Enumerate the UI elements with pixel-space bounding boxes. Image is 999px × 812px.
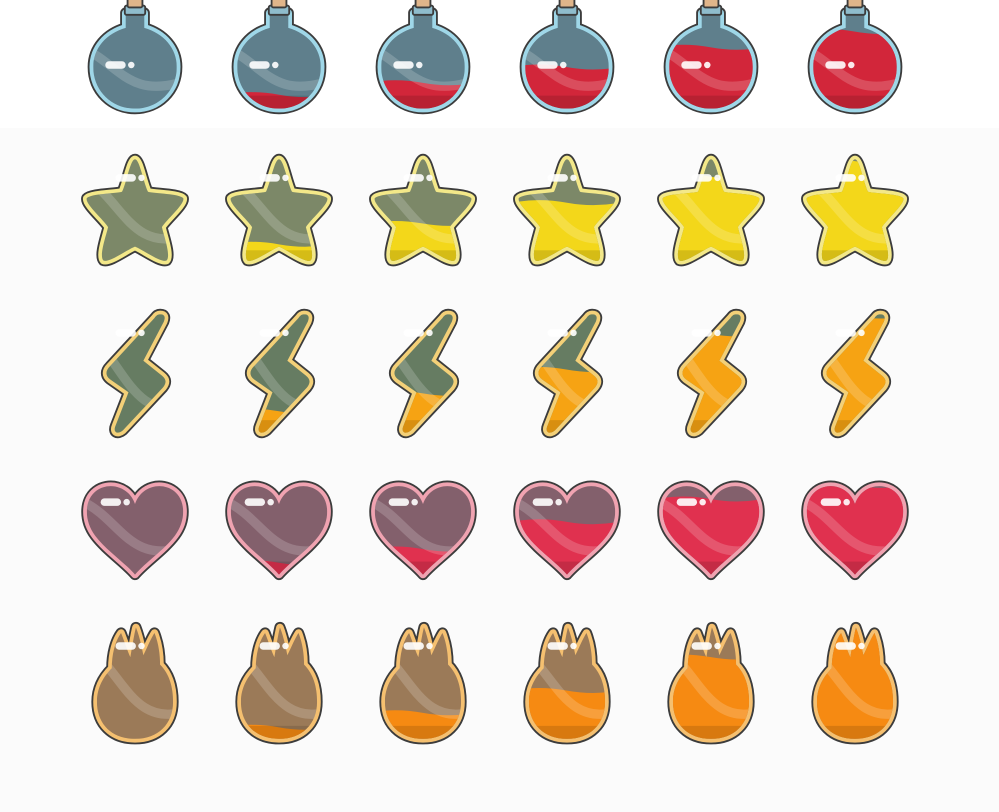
potion-bottle-icon-graphic (231, 0, 327, 115)
potion-bottle-icon (70, 0, 200, 130)
lightning-bolt-icon (70, 305, 200, 439)
flame-icon-graphic (235, 621, 323, 745)
flame-icon-graphic (379, 621, 467, 745)
potion-bottle-icon-graphic (375, 0, 471, 115)
potion-bottle-icon (358, 0, 488, 130)
icon-sheet (0, 0, 999, 812)
lightning-bolt-icon (646, 305, 776, 439)
potion-bottle-icon (214, 0, 344, 130)
heart-icon (646, 465, 776, 595)
star-icon (502, 150, 632, 280)
lightning-bolt-icon-graphic (676, 308, 748, 439)
star-icon-graphic (225, 153, 333, 267)
lightning-bolt-icon-graphic (388, 308, 460, 439)
lightning-bolt-icon-graphic (532, 308, 604, 439)
flame-icon-graphic (667, 621, 755, 745)
heart-icon-graphic (657, 480, 765, 581)
lightning-bolt-icon (790, 305, 920, 439)
potion-bottle-icon (646, 0, 776, 130)
potion-bottle-icon-graphic (807, 0, 903, 115)
flame-icon (358, 620, 488, 750)
star-icon (646, 150, 776, 280)
heart-icon-graphic (225, 480, 333, 581)
lightning-bolt-icon (502, 305, 632, 439)
heart-icon-graphic (81, 480, 189, 581)
lightning-bolt-icon-graphic (820, 308, 892, 439)
potion-bottle-icon (502, 0, 632, 130)
star-icon-graphic (657, 153, 765, 267)
star-icon (214, 150, 344, 280)
star-icon (70, 150, 200, 280)
heart-icon (502, 465, 632, 595)
heart-icon-graphic (513, 480, 621, 581)
potion-bottle-icon-graphic (519, 0, 615, 115)
lightning-bolt-icon-graphic (100, 308, 172, 439)
flame-icon (502, 620, 632, 750)
lightning-bolt-icon-graphic (244, 308, 316, 439)
lightning-bolt-icon (214, 305, 344, 439)
heart-icon (70, 465, 200, 595)
potion-bottle-icon-graphic (87, 0, 183, 115)
flame-icon-graphic (811, 621, 899, 745)
heart-icon (214, 465, 344, 595)
flame-icon (70, 620, 200, 750)
flame-icon (646, 620, 776, 750)
potion-bottle-icon-graphic (663, 0, 759, 115)
flame-icon-graphic (91, 621, 179, 745)
star-icon-graphic (513, 153, 621, 267)
flame-icon (790, 620, 920, 750)
heart-icon (358, 465, 488, 595)
heart-icon (790, 465, 920, 595)
heart-icon-graphic (369, 480, 477, 581)
flame-icon (214, 620, 344, 750)
liquid-fill (518, 519, 616, 575)
flame-icon-graphic (523, 621, 611, 745)
heart-icon-graphic (801, 480, 909, 581)
star-icon (790, 150, 920, 280)
star-icon-graphic (81, 153, 189, 267)
potion-bottle-icon (790, 0, 920, 130)
star-icon-graphic (801, 153, 909, 267)
star-icon (358, 150, 488, 280)
star-icon-graphic (369, 153, 477, 267)
lightning-bolt-icon (358, 305, 488, 439)
